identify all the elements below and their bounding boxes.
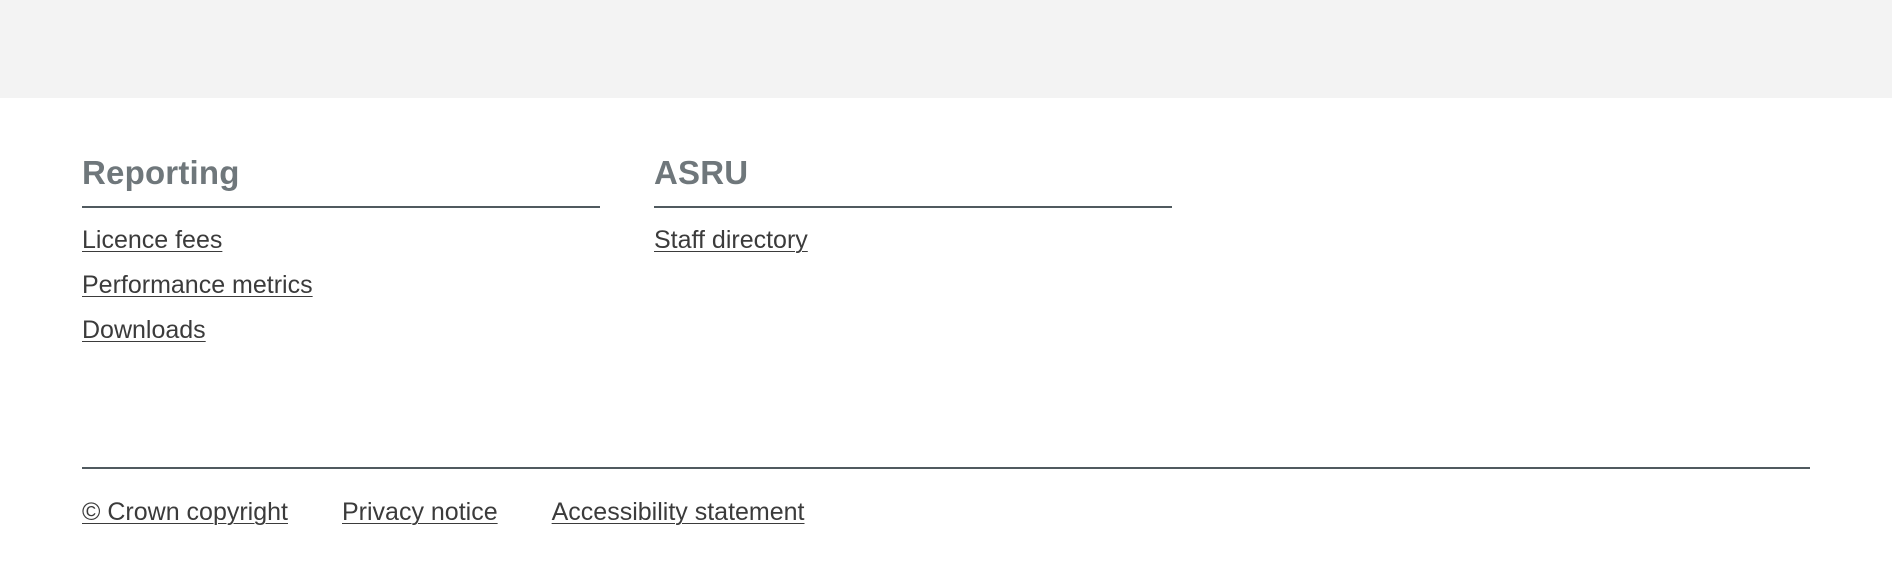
list-item: Performance metrics: [82, 271, 600, 304]
footer-section-reporting: Reporting Licence fees Performance metri…: [82, 154, 600, 361]
privacy-notice-link[interactable]: Privacy notice: [342, 498, 498, 527]
list-item: Licence fees: [82, 226, 600, 259]
footer-heading-asru: ASRU: [654, 154, 1172, 208]
footer-heading-reporting: Reporting: [82, 154, 600, 208]
downloads-link[interactable]: Downloads: [82, 316, 206, 344]
list-item: Staff directory: [654, 226, 1172, 259]
staff-directory-link[interactable]: Staff directory: [654, 226, 808, 254]
footer-divider: [82, 467, 1810, 469]
crown-copyright-link[interactable]: © Crown copyright: [82, 498, 288, 527]
performance-metrics-link[interactable]: Performance metrics: [82, 271, 313, 299]
site-footer: Reporting Licence fees Performance metri…: [82, 98, 1810, 574]
footer-links-asru: Staff directory: [654, 208, 1172, 259]
footer-links-reporting: Licence fees Performance metrics Downloa…: [82, 208, 600, 349]
footer-meta-links: © Crown copyright Privacy notice Accessi…: [82, 498, 805, 527]
list-item: Downloads: [82, 316, 600, 349]
licence-fees-link[interactable]: Licence fees: [82, 226, 222, 254]
page-top-band: [0, 0, 1892, 98]
footer-section-asru: ASRU Staff directory: [654, 154, 1172, 271]
accessibility-statement-link[interactable]: Accessibility statement: [552, 498, 805, 527]
